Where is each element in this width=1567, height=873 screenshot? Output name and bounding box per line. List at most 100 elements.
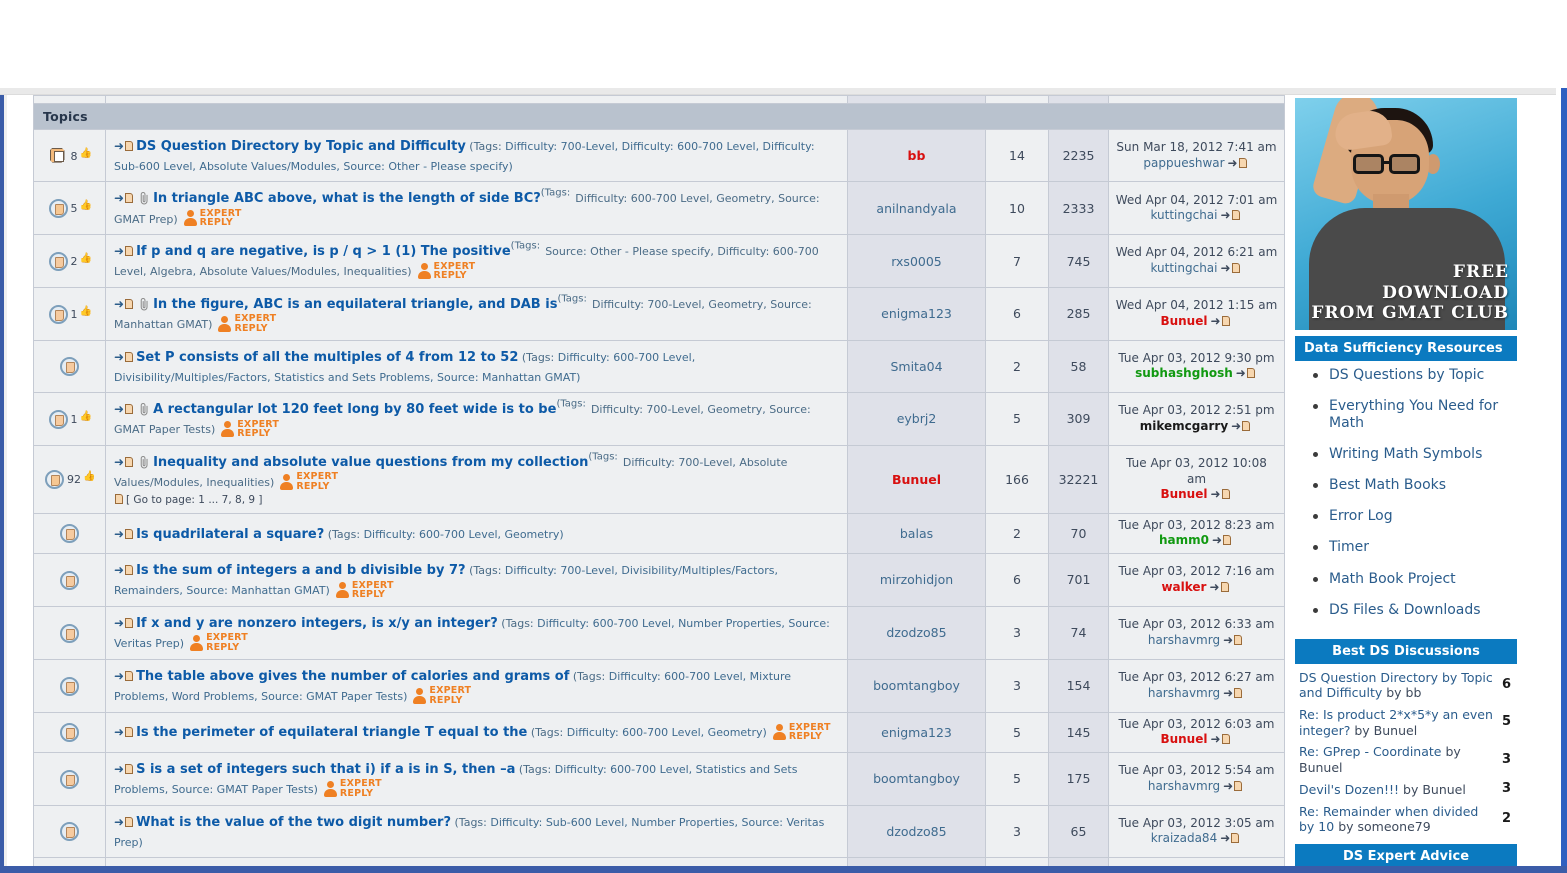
resource-link[interactable]: Timer (1329, 539, 1369, 555)
last-post-user[interactable]: Bunuel (1160, 314, 1207, 328)
topic-author-cell[interactable]: dzodzo85 (847, 856, 986, 866)
goto-first-post-icon[interactable]: ➜ (114, 762, 124, 777)
topic-author-cell[interactable]: Bunuel (847, 444, 986, 514)
goto-page-links[interactable]: [ Go to page: 1 ... 7, 8, 9 ] (114, 493, 839, 507)
topic-author-cell[interactable]: anilnandyala (847, 181, 986, 236)
expert-reply-badge[interactable]: EXPERT REPLY (183, 208, 242, 228)
table-row[interactable]: ➜ The table above gives the number of cal… (33, 658, 1285, 713)
discussion-title[interactable]: Re: Remainder when divided by 10 by some… (1299, 804, 1502, 835)
topic-author-cell[interactable]: rxs0005 (847, 234, 986, 288)
list-item[interactable]: DS Questions by Topic (1301, 367, 1517, 398)
goto-last-post-icon[interactable]: ➜ (1223, 686, 1245, 702)
expert-reply-badge[interactable]: EXPERT REPLY (772, 722, 831, 742)
table-row[interactable]: ➜ If x and y are nonzero integers, is x/y… (33, 605, 1285, 660)
last-post-user[interactable]: kraizada84 (1151, 831, 1217, 845)
goto-first-post-icon[interactable]: ➜ (114, 725, 124, 740)
topic-title-link[interactable]: If x and y are nonzero integers, is x/y … (136, 616, 498, 631)
topic-author-cell[interactable]: dzodzo85 (847, 605, 986, 660)
list-item[interactable]: Re: GPrep - Coordinate by Bunuel 3 (1297, 741, 1515, 778)
last-post-user[interactable]: mikemcgarry (1140, 419, 1228, 433)
goto-last-post-icon[interactable]: ➜ (1210, 314, 1232, 330)
goto-first-post-icon[interactable]: ➜ (114, 244, 124, 259)
author-name[interactable]: mirzohidjon (880, 572, 953, 587)
goto-last-post-icon[interactable]: ➜ (1236, 366, 1258, 382)
last-post-user[interactable]: subhashghosh (1135, 366, 1233, 380)
topic-author-cell[interactable]: bb (847, 128, 986, 183)
author-name[interactable]: Bunuel (892, 472, 941, 487)
author-name[interactable]: enigma123 (881, 725, 952, 740)
discussion-title[interactable]: Devil's Dozen!!! by Bunuel (1299, 782, 1474, 798)
author-name[interactable]: rxs0005 (891, 254, 942, 269)
last-post-user[interactable]: walker (1161, 580, 1206, 594)
table-row[interactable]: 5 ➜ In triangle ABC above, what is the len… (33, 181, 1285, 236)
resource-link[interactable]: Writing Math Symbols (1329, 446, 1482, 462)
goto-last-post-icon[interactable]: ➜ (1223, 779, 1245, 795)
topic-author-cell[interactable]: mirzohidjon (847, 553, 986, 607)
author-name[interactable]: bb (908, 148, 926, 163)
discussion-title[interactable]: DS Question Directory by Topic and Diffi… (1299, 670, 1502, 701)
last-post-user[interactable]: harshavmrg (1148, 686, 1220, 700)
topic-author-cell[interactable]: boomtangboy (847, 658, 986, 713)
expert-reply-badge[interactable]: EXPERT REPLY (417, 261, 476, 281)
topic-title-link[interactable]: What is the value of the two digit numbe… (136, 815, 451, 830)
topic-title-link[interactable]: Inequality and absolute value questions … (153, 455, 588, 470)
resource-link[interactable]: Math Book Project (1329, 571, 1456, 587)
table-row[interactable]: ➜ Is quadrilateral a square? (Tags: Diffi… (33, 512, 1285, 555)
author-name[interactable]: boomtangboy (873, 678, 960, 693)
list-item[interactable]: DS Files & Downloads (1301, 602, 1517, 633)
list-item[interactable]: Re: Remainder when divided by 10 by some… (1297, 801, 1515, 838)
list-item[interactable]: Re: Is product 2*x*5*y an even integer? … (1297, 704, 1515, 741)
discussion-title[interactable]: Re: Is product 2*x*5*y an even integer? … (1299, 707, 1502, 738)
table-row[interactable]: ➜ Is the perimeter of equilateral triangl… (33, 711, 1285, 753)
topic-title-link[interactable]: The table above gives the number of calo… (136, 669, 569, 684)
table-row[interactable]: ➜ S is a set of integers such that i) if … (33, 751, 1285, 806)
goto-first-post-icon[interactable]: ➜ (114, 139, 124, 154)
topic-title-link[interactable]: A rectangular lot 120 feet long by 80 fe… (153, 402, 556, 417)
topic-title-link[interactable]: If p and q are negative, is p / q > 1 (1… (136, 244, 511, 259)
list-item[interactable]: Writing Math Symbols (1301, 446, 1517, 477)
last-post-user[interactable]: kuttingchai (1150, 208, 1217, 222)
goto-last-post-icon[interactable]: ➜ (1231, 419, 1253, 435)
topic-title-link[interactable]: In triangle ABC above, what is the lengt… (153, 191, 541, 206)
last-post-user[interactable]: harshavmrg (1148, 633, 1220, 647)
goto-first-post-icon[interactable]: ➜ (114, 350, 124, 365)
last-post-user[interactable]: hamm0 (1159, 533, 1209, 547)
list-item[interactable]: DS Question Directory by Topic and Diffi… (1297, 667, 1515, 704)
table-row[interactable]: ➜ Is the sum of integers a and b divisibl… (33, 553, 1285, 607)
goto-last-post-icon[interactable]: ➜ (1210, 732, 1232, 748)
author-name[interactable]: eybrj2 (897, 411, 937, 426)
author-name[interactable]: balas (900, 526, 933, 541)
table-row[interactable]: 1 ➜ In the figure, ABC is an equilateral t… (33, 286, 1285, 341)
topic-author-cell[interactable]: eybrj2 (847, 392, 986, 446)
topic-title-link[interactable]: DS Question Directory by Topic and Diffi… (136, 139, 466, 154)
table-row[interactable]: ➜ Set P consists of all the multiples of … (33, 339, 1285, 394)
topic-author-cell[interactable]: balas (847, 512, 986, 555)
discussion-title[interactable]: Re: GPrep - Coordinate by Bunuel (1299, 744, 1502, 775)
topic-title-link[interactable]: Is the sum of integers a and b divisible… (136, 563, 466, 578)
expert-reply-badge[interactable]: EXPERT REPLY (218, 314, 276, 334)
topic-title-link[interactable]: Is the perimeter of equilateral triangle… (136, 725, 527, 740)
last-post-user[interactable]: Bunuel (1160, 487, 1207, 501)
topic-title-link[interactable]: In the figure, ABC is an equilateral tri… (153, 297, 557, 312)
goto-first-post-icon[interactable]: ➜ (114, 815, 124, 830)
goto-first-post-icon[interactable]: ➜ (114, 191, 124, 206)
list-item[interactable]: Error Log (1301, 508, 1517, 539)
goto-first-post-icon[interactable]: ➜ (114, 527, 124, 542)
topic-author-cell[interactable]: boomtangboy (847, 751, 986, 806)
author-name[interactable]: dzodzo85 (886, 625, 946, 640)
goto-first-post-icon[interactable]: ➜ (114, 297, 124, 312)
resource-link[interactable]: Everything You Need for Math (1329, 398, 1498, 431)
author-name[interactable]: anilnandyala (876, 201, 956, 216)
expert-reply-badge[interactable]: EXPERT REPLY (280, 472, 338, 492)
last-post-user[interactable]: harshavmrg (1148, 779, 1220, 793)
author-name[interactable]: dzodzo85 (886, 824, 946, 839)
goto-first-post-icon[interactable]: ➜ (114, 402, 124, 417)
last-post-user[interactable]: Bunuel (1160, 732, 1207, 746)
goto-last-post-icon[interactable]: ➜ (1210, 487, 1232, 503)
list-item[interactable]: Best Math Books (1301, 477, 1517, 508)
topic-author-cell[interactable]: dzodzo85 (847, 804, 986, 858)
author-name[interactable]: boomtangboy (873, 771, 960, 786)
expert-reply-badge[interactable]: EXPERT REPLY (221, 419, 279, 439)
goto-last-post-icon[interactable]: ➜ (1220, 831, 1242, 847)
goto-last-post-icon[interactable]: ➜ (1223, 633, 1245, 649)
